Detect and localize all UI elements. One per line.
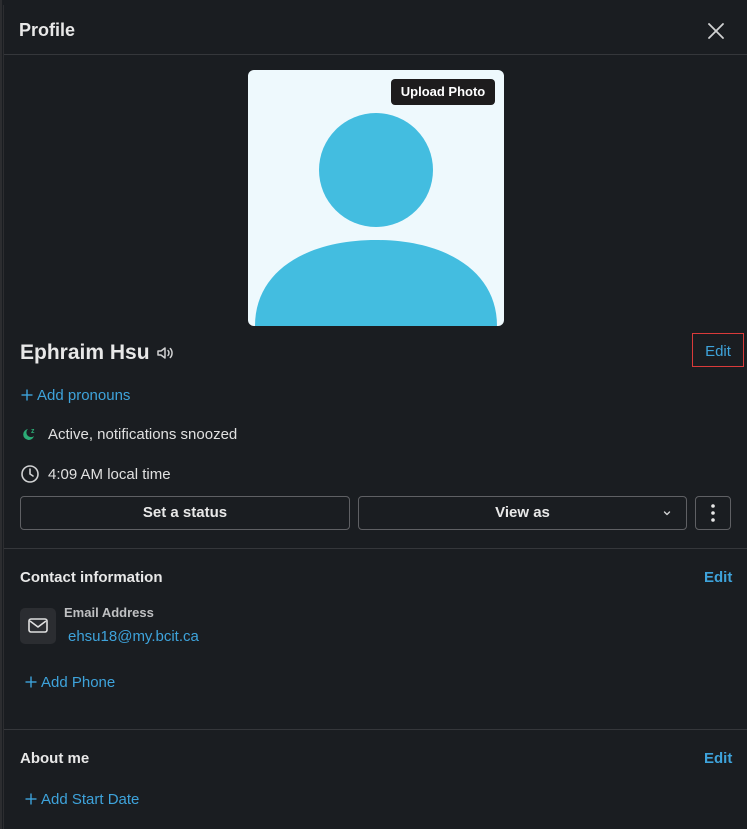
chevron-down-icon <box>663 511 671 516</box>
email-link[interactable]: ehsu18@my.bcit.ca <box>68 628 199 645</box>
view-as-label: View as <box>495 504 550 521</box>
local-time-text: 4:09 AM local time <box>48 466 171 483</box>
set-status-button[interactable]: Set a status <box>20 496 350 530</box>
email-label: Email Address <box>64 605 154 620</box>
snooze-status-icon: z <box>23 428 35 440</box>
add-phone-label: Add Phone <box>41 674 116 691</box>
plus-icon <box>25 793 37 805</box>
close-icon <box>708 23 724 39</box>
about-section-title: About me <box>20 750 90 767</box>
add-phone-link[interactable]: Add Phone <box>25 674 115 691</box>
profile-name: Ephraim Hsu <box>20 341 150 364</box>
presence-status: z Active, notifications snoozed <box>20 424 237 444</box>
view-as-dropdown[interactable]: View as <box>358 496 687 530</box>
close-button[interactable] <box>704 19 728 43</box>
plus-icon <box>25 676 37 688</box>
plus-icon <box>21 389 33 401</box>
page-title: Profile <box>19 20 76 40</box>
add-start-date-link[interactable]: Add Start Date <box>25 791 139 808</box>
more-actions-button[interactable] <box>695 496 731 530</box>
contact-section-title: Contact information <box>20 569 163 586</box>
edit-about-button[interactable]: Edit <box>704 750 732 767</box>
status-text: Active, notifications snoozed <box>48 426 238 443</box>
edit-contact-button[interactable]: Edit <box>704 569 732 586</box>
profile-window: Profile Upload Photo Ephraim Hsu Edit Ad… <box>0 0 747 829</box>
svg-text:z: z <box>31 428 35 435</box>
upload-photo-button[interactable]: Upload Photo <box>391 79 495 105</box>
section-divider <box>4 729 747 730</box>
more-vertical-icon <box>711 504 715 522</box>
add-start-date-label: Add Start Date <box>41 791 140 808</box>
email-icon-box <box>20 608 56 644</box>
window-edge <box>0 0 2 829</box>
mail-icon <box>28 618 48 633</box>
profile-panel: Profile Upload Photo Ephraim Hsu Edit Ad… <box>3 5 747 829</box>
avatar[interactable]: Upload Photo <box>248 70 504 326</box>
speaker-icon <box>157 347 173 359</box>
pronounce-name-button[interactable] <box>156 345 174 361</box>
local-time: 4:09 AM local time <box>20 464 171 484</box>
edit-profile-button[interactable]: Edit <box>692 333 744 367</box>
clock-icon <box>21 465 39 483</box>
default-avatar-icon <box>255 113 497 326</box>
profile-header: Profile <box>4 5 747 55</box>
add-pronouns-link[interactable]: Add pronouns <box>21 387 130 404</box>
add-pronouns-label: Add pronouns <box>37 387 131 404</box>
section-divider <box>4 548 747 549</box>
